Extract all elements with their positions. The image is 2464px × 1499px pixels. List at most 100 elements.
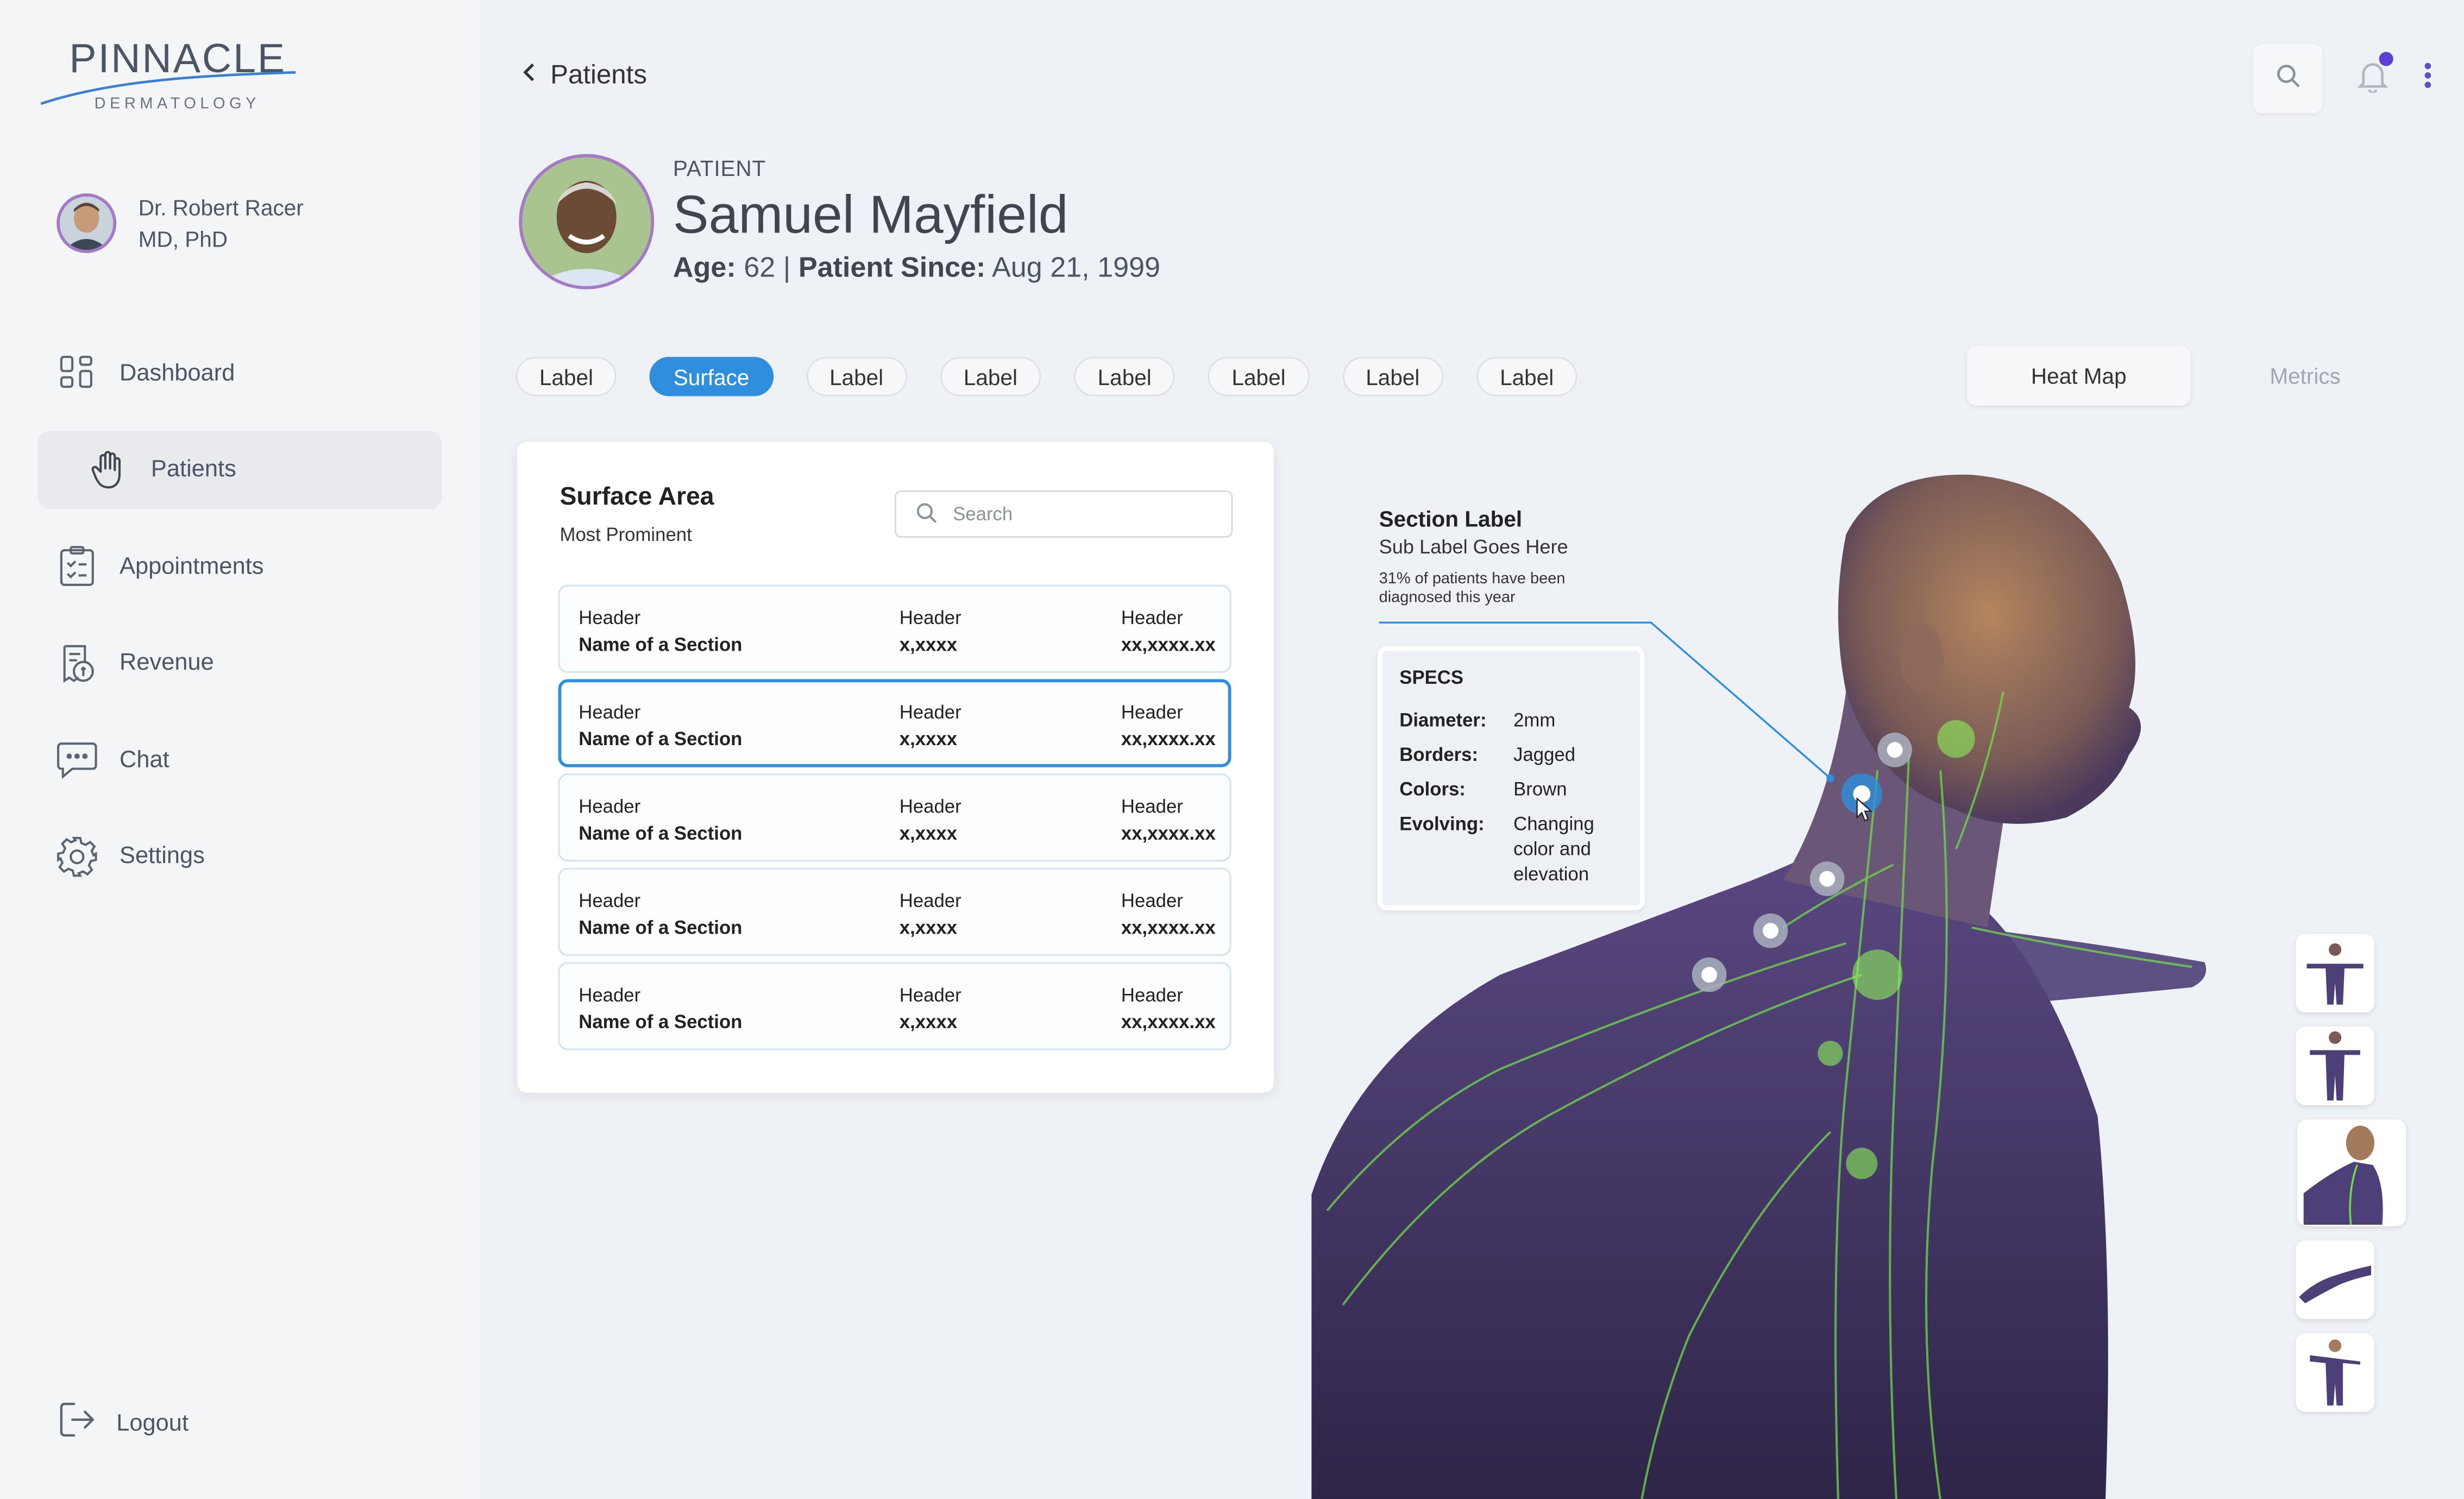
category-tabs: Label Surface Label Label Label Label La…	[516, 357, 1577, 396]
logout-button[interactable]: Logout	[56, 1399, 188, 1446]
cell-header: Header	[579, 984, 641, 1006]
search-placeholder: Search	[953, 503, 1013, 525]
thumbnail-full-body-view[interactable]	[2296, 1333, 2374, 1412]
search-icon	[2276, 62, 2300, 95]
heat-map-button[interactable]: Heat Map	[1967, 345, 2191, 406]
spec-key: Diameter:	[1399, 709, 1487, 732]
specs-title: SPECS	[1399, 666, 1464, 689]
cell-value: x,xxxx	[899, 1011, 958, 1033]
specs-panel: SPECS Diameter: 2mm Borders: Jagged Colo…	[1377, 646, 1645, 911]
user-credentials: MD, PhD	[138, 226, 228, 252]
tab-label[interactable]: Label	[1208, 357, 1310, 396]
sidebar-item-label: Patients	[150, 456, 236, 483]
cell-value: xx,xxxx.xx	[1121, 1011, 1216, 1033]
brand-logo[interactable]: PINNACLE DERMATOLOGY	[37, 35, 305, 123]
thumbnail-front-view[interactable]	[2296, 1026, 2374, 1105]
cell-value: Name of a Section	[579, 728, 743, 750]
thumbnail-back-view[interactable]	[2296, 934, 2374, 1013]
list-item[interactable]: Header Name of a Section Header x,xxxx Hea…	[558, 773, 1231, 862]
age-value: 62	[744, 251, 776, 284]
spec-key: Borders:	[1399, 744, 1479, 766]
sidebar-item-revenue[interactable]: Revenue	[37, 623, 442, 702]
tab-label[interactable]: Label	[516, 357, 617, 396]
back-label: Patients	[550, 59, 647, 90]
cell-header: Header	[899, 890, 961, 912]
sidebar-item-label: Appointments	[119, 552, 264, 580]
spec-row: Diameter: 2mm	[1399, 708, 1623, 733]
more-options-button[interactable]	[2423, 60, 2432, 97]
cell-value: x,xxxx	[899, 822, 958, 845]
cell-value: xx,xxxx.xx	[1121, 728, 1216, 750]
sidebar-item-label: Chat	[119, 746, 169, 773]
metrics-button[interactable]: Metrics	[2193, 346, 2417, 406]
patient-meta: Age: 62 | Patient Since: Aug 21, 1999	[673, 251, 1160, 285]
sidebar-nav: Dashboard Patients Appointments Revenue …	[37, 333, 442, 914]
cell-value: Name of a Section	[579, 633, 743, 656]
section-subtitle: Sub Label Goes Here	[1379, 536, 1568, 558]
cell-header: Header	[1121, 984, 1183, 1006]
cell-value: x,xxxx	[899, 916, 958, 939]
spec-row: Colors: Brown	[1399, 777, 1623, 802]
patient-label: PATIENT	[672, 155, 766, 181]
sidebar-item-label: Settings	[119, 842, 205, 870]
tab-label[interactable]: Label	[940, 357, 1041, 396]
sidebar-item-chat[interactable]: Chat	[37, 720, 442, 799]
tab-label[interactable]: Label	[1342, 357, 1443, 396]
sidebar-item-settings[interactable]: Settings	[37, 817, 442, 896]
body-3d-model[interactable]	[1311, 456, 2255, 1499]
age-label: Age:	[672, 251, 736, 284]
cell-header: Header	[579, 607, 641, 629]
surface-list: Header Name of a Section Header x,xxxx Hea…	[558, 584, 1231, 1056]
tab-label[interactable]: Label	[1074, 357, 1176, 396]
tab-surface[interactable]: Surface	[650, 357, 773, 396]
top-actions	[2253, 44, 2432, 114]
tab-label[interactable]: Label	[806, 357, 907, 396]
cell-header: Header	[579, 795, 641, 818]
receipt-icon	[56, 642, 97, 683]
thumbnail-shoulder-view[interactable]	[2297, 1119, 2406, 1226]
cell-header: Header	[579, 890, 641, 912]
logout-label: Logout	[116, 1409, 189, 1437]
bell-icon	[2357, 62, 2388, 98]
patient-name: Samuel Mayfield	[672, 185, 1068, 245]
body-figure-icon	[2310, 1031, 2360, 1101]
cell-value: xx,xxxx.xx	[1121, 633, 1216, 656]
thumbnail-arm-view[interactable]	[2296, 1240, 2374, 1319]
sidebar-item-dashboard[interactable]: Dashboard	[37, 333, 442, 412]
section-callout: Section Label Sub Label Goes Here 31% of…	[1379, 506, 1615, 608]
user-profile[interactable]: Dr. Robert Racer MD, PhD	[56, 192, 304, 255]
back-to-patients-link[interactable]: Patients	[522, 60, 647, 91]
sidebar-item-label: Revenue	[119, 649, 214, 676]
sidebar-item-appointments[interactable]: Appointments	[37, 527, 442, 606]
cell-header: Header	[579, 701, 641, 723]
sidebar: PINNACLE DERMATOLOGY Dr. Robert Racer MD…	[0, 0, 480, 1499]
logout-icon	[56, 1399, 97, 1446]
search-button[interactable]	[2253, 44, 2323, 114]
list-item[interactable]: Header Name of a Section Header x,xxxx Hea…	[558, 962, 1231, 1050]
sidebar-item-patients[interactable]: Patients	[37, 430, 442, 509]
spec-row: Evolving: Changing color and elevation	[1399, 811, 1623, 887]
spec-key: Colors:	[1399, 778, 1466, 801]
spec-row: Borders: Jagged	[1399, 742, 1623, 767]
spec-key: Evolving:	[1399, 813, 1485, 835]
cell-header: Header	[1121, 607, 1183, 629]
cell-value: xx,xxxx.xx	[1121, 916, 1216, 939]
list-item[interactable]: Header Name of a Section Header x,xxxx Hea…	[558, 584, 1231, 673]
cell-value: Name of a Section	[579, 822, 743, 845]
tab-label[interactable]: Label	[1476, 357, 1577, 396]
card-title: Surface Area	[560, 484, 714, 511]
user-name: Dr. Robert Racer	[138, 194, 304, 221]
list-item[interactable]: Header Name of a Section Header x,xxxx Hea…	[558, 867, 1231, 956]
list-item-selected[interactable]: Header Name of a Section Header x,xxxx Hea…	[558, 679, 1231, 767]
cell-value: x,xxxx	[899, 633, 958, 656]
surface-area-card: Surface Area Most Prominent Search Heade…	[517, 442, 1274, 1093]
gear-icon	[56, 836, 97, 877]
cell-header: Header	[899, 984, 961, 1006]
section-note: 31% of patients have been diagnosed this…	[1379, 570, 1566, 607]
search-input[interactable]: Search	[895, 490, 1233, 538]
spec-value: Changing color and elevation	[1513, 813, 1594, 885]
spec-value: 2mm	[1513, 709, 1556, 732]
spec-value: Brown	[1513, 778, 1567, 801]
clipboard-icon	[56, 545, 97, 586]
notifications-button[interactable]	[2357, 51, 2393, 100]
